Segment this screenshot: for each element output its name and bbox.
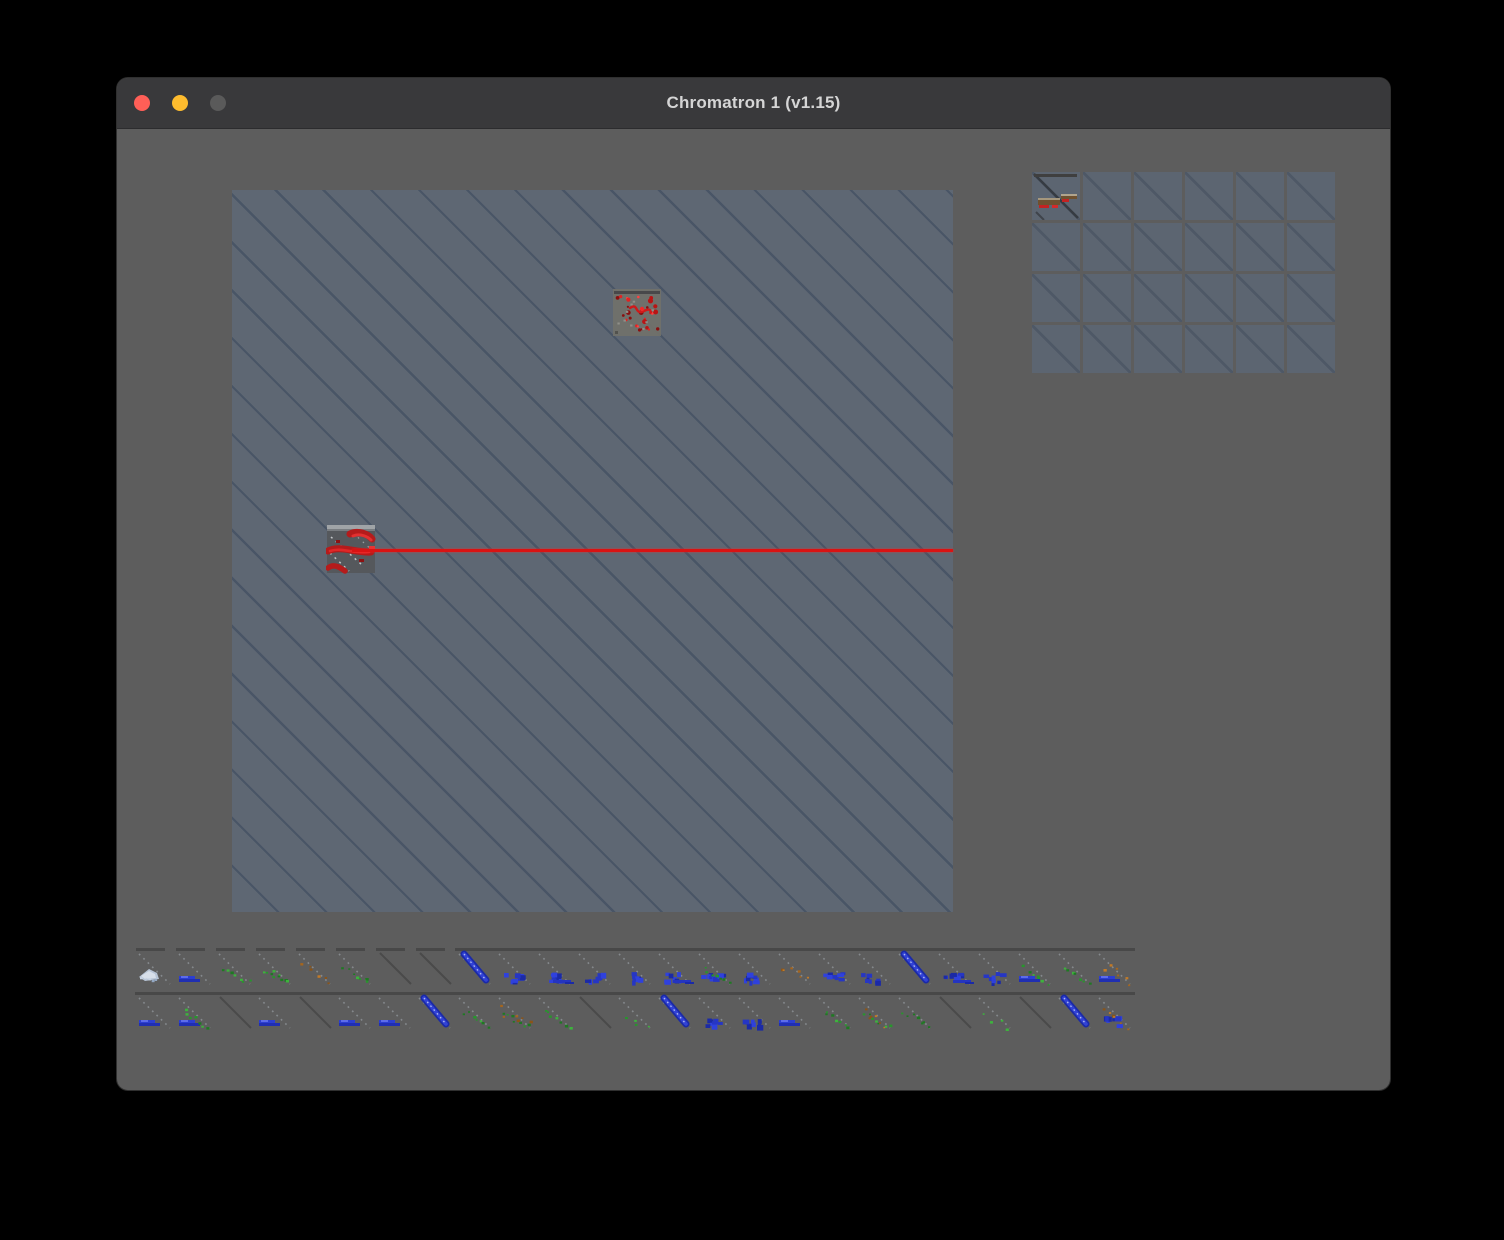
tray-cell[interactable] xyxy=(1032,325,1080,373)
tool-icon-blob-trail[interactable] xyxy=(935,947,975,987)
tool-icon-blob[interactable] xyxy=(855,947,895,987)
tool-icon-green-orange[interactable] xyxy=(855,991,895,1031)
tray-cell[interactable] xyxy=(1083,274,1131,322)
tray-cell[interactable] xyxy=(1083,172,1131,220)
tool-icon-plain[interactable] xyxy=(935,991,975,1031)
tool-icon-blob[interactable] xyxy=(735,947,775,987)
mirror-piece-icon xyxy=(1032,172,1080,220)
tool-icon-bluedash[interactable] xyxy=(335,991,375,1031)
tray-cell[interactable] xyxy=(1236,274,1284,322)
tray-cell[interactable] xyxy=(1134,274,1182,322)
tool-icon-blob[interactable] xyxy=(735,991,775,1031)
tool-icon-blob-trail[interactable] xyxy=(535,947,575,987)
tool-icon-blob-orange[interactable] xyxy=(1095,991,1135,1031)
tool-icon-bluedash[interactable] xyxy=(135,991,175,1031)
tool-icon-plain[interactable] xyxy=(1015,991,1055,1031)
tool-icon-blob[interactable] xyxy=(495,947,535,987)
tool-icon-snake[interactable] xyxy=(455,947,495,987)
tool-icon-green-orange[interactable] xyxy=(495,991,535,1031)
tool-icon-blob[interactable] xyxy=(615,947,655,987)
window-title: Chromatron 1 (v1.15) xyxy=(117,93,1390,113)
app-window: Chromatron 1 (v1.15) xyxy=(117,78,1390,1090)
tray-cell[interactable] xyxy=(1236,325,1284,373)
tool-icon-bluedash[interactable] xyxy=(255,991,295,1031)
tool-icon-snake[interactable] xyxy=(655,991,695,1031)
tool-icon-plain[interactable] xyxy=(575,991,615,1031)
tool-icon-snake[interactable] xyxy=(895,947,935,987)
tool-icon-plain[interactable] xyxy=(295,991,335,1031)
tray-cell[interactable] xyxy=(1287,223,1335,271)
tool-icon-green-bluedash[interactable] xyxy=(175,991,215,1031)
tool-icon-gdots[interactable] xyxy=(615,991,655,1031)
tool-icon-bluedash[interactable] xyxy=(775,991,815,1031)
tray-cell[interactable] xyxy=(1134,223,1182,271)
tray-cell-mirror-piece[interactable] xyxy=(1032,172,1080,220)
tool-icon-orange[interactable] xyxy=(775,947,815,987)
game-board[interactable] xyxy=(232,190,953,912)
titlebar[interactable]: Chromatron 1 (v1.15) xyxy=(117,78,1390,129)
red-beam-target[interactable] xyxy=(612,287,662,337)
zoom-button[interactable] xyxy=(210,95,226,111)
tool-icon-green[interactable] xyxy=(455,991,495,1031)
tray-cell[interactable] xyxy=(1134,325,1182,373)
tool-icon-bluedash[interactable] xyxy=(375,991,415,1031)
tray-cell[interactable] xyxy=(1185,172,1233,220)
tool-icon-green[interactable] xyxy=(215,947,255,987)
tool-icon-blob[interactable] xyxy=(575,947,615,987)
tool-icon-plain[interactable] xyxy=(415,947,455,987)
tool-icon-green[interactable] xyxy=(535,991,575,1031)
tray-cell[interactable] xyxy=(1287,274,1335,322)
tray-cell[interactable] xyxy=(1083,325,1131,373)
tray-cell[interactable] xyxy=(1032,223,1080,271)
tool-icon-gdots[interactable] xyxy=(975,991,1015,1031)
close-button[interactable] xyxy=(134,95,150,111)
tray-cell[interactable] xyxy=(1032,274,1080,322)
tray-cell[interactable] xyxy=(1236,172,1284,220)
tool-icon-green[interactable] xyxy=(815,991,855,1031)
tool-icon-green[interactable] xyxy=(335,947,375,987)
tray-cell[interactable] xyxy=(1134,172,1182,220)
tool-icon-bluedash[interactable] xyxy=(175,947,215,987)
tool-icon-blob-green[interactable] xyxy=(695,947,735,987)
tool-icon-green[interactable] xyxy=(895,991,935,1031)
tool-icon-orange[interactable] xyxy=(295,947,335,987)
piece-tray-grid xyxy=(1032,172,1335,373)
tool-icon-blob[interactable] xyxy=(695,991,735,1031)
tool-icon-greenblob[interactable] xyxy=(255,947,295,987)
tray-cell[interactable] xyxy=(1185,223,1233,271)
tray-cell[interactable] xyxy=(1236,223,1284,271)
tray-cell[interactable] xyxy=(1287,172,1335,220)
toolbar-row-2 xyxy=(135,991,1135,1031)
tray-cell[interactable] xyxy=(1185,274,1233,322)
minimize-button[interactable] xyxy=(172,95,188,111)
window-content xyxy=(117,128,1390,1090)
tray-cell[interactable] xyxy=(1083,223,1131,271)
tool-icon-plain[interactable] xyxy=(215,991,255,1031)
tool-icon-blob[interactable] xyxy=(975,947,1015,987)
tool-icon-snake[interactable] xyxy=(415,991,455,1031)
tray-cell[interactable] xyxy=(1287,325,1335,373)
toolbar-row-1 xyxy=(135,947,1135,987)
laser-beam xyxy=(352,549,953,552)
tool-icon-bluedash-green[interactable] xyxy=(1015,947,1055,987)
tool-icon-snake[interactable] xyxy=(1055,991,1095,1031)
tray-cell[interactable] xyxy=(1185,325,1233,373)
tool-icon-pale[interactable] xyxy=(135,947,175,987)
tool-icon-blob-trail[interactable] xyxy=(655,947,695,987)
tool-icon-blob[interactable] xyxy=(815,947,855,987)
tool-icon-green[interactable] xyxy=(1055,947,1095,987)
traffic-lights xyxy=(134,95,226,111)
tool-icon-orange-bluedash[interactable] xyxy=(1095,947,1135,987)
tool-icon-plain[interactable] xyxy=(375,947,415,987)
